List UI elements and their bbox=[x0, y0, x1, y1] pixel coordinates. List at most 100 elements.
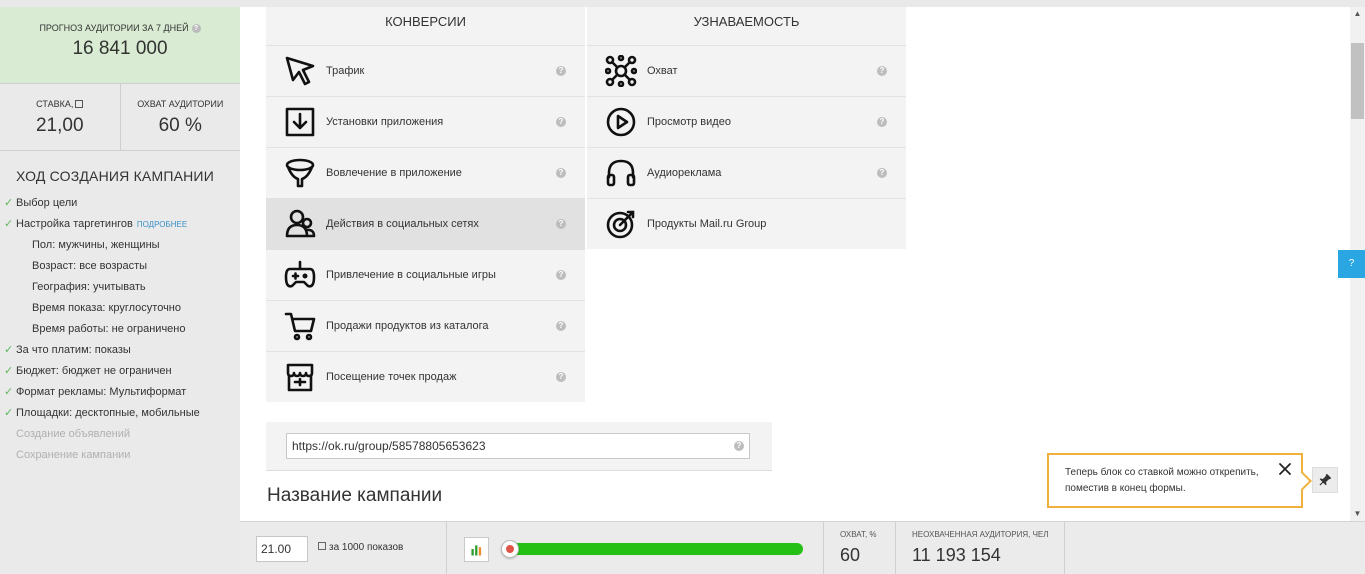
help-icon[interactable]: ? bbox=[556, 66, 566, 76]
bar-chart-icon bbox=[471, 545, 482, 556]
objective-store-visits[interactable]: Посещение точек продаж ? bbox=[266, 351, 585, 402]
objective-app-installs[interactable]: Установки приложения ? bbox=[266, 96, 585, 147]
step-detail-time: Время показа: круглосуточно bbox=[32, 302, 181, 314]
check-icon: ✓ bbox=[4, 386, 14, 398]
chart-button[interactable] bbox=[464, 537, 489, 562]
help-icon[interactable]: ? bbox=[877, 117, 887, 127]
awareness-header: Узнаваемость bbox=[587, 7, 906, 45]
network-icon bbox=[605, 55, 637, 87]
cursor-icon bbox=[285, 56, 315, 86]
divider bbox=[446, 522, 447, 574]
objective-video-views[interactable]: Просмотр видео ? bbox=[587, 96, 906, 147]
users-icon bbox=[285, 209, 316, 238]
per-1000-checkbox[interactable] bbox=[318, 542, 326, 550]
help-icon[interactable]: ? bbox=[556, 219, 566, 229]
top-strip bbox=[0, 0, 1365, 7]
sidebar: Прогноз аудитории за 7 дней? 16 841 000 … bbox=[0, 7, 240, 574]
help-icon[interactable]: ? bbox=[877, 66, 887, 76]
bid-value: 21,00 bbox=[35, 115, 84, 136]
help-icon[interactable]: ? bbox=[556, 372, 566, 382]
objective-audio-ads[interactable]: Аудиореклама ? bbox=[587, 147, 906, 198]
pin-icon bbox=[1319, 473, 1332, 486]
check-icon: ✓ bbox=[4, 407, 14, 419]
campaign-steps: ✓ Выбор цели ✓ Настройка таргетингов подроб… bbox=[0, 193, 240, 466]
forecast-value: 16 841 000 bbox=[72, 38, 168, 60]
objective-app-engagement[interactable]: Вовлечение в приложение ? bbox=[266, 147, 585, 198]
help-icon[interactable]: ? bbox=[556, 117, 566, 127]
scroll-down-icon[interactable]: ▼ bbox=[1350, 507, 1365, 521]
unreached-audience-metric: Неохваченная аудитория, чел 11 193 154 bbox=[912, 530, 1049, 566]
step-payment[interactable]: ✓ За что платим: показы bbox=[0, 340, 240, 361]
url-input[interactable]: https://ok.ru/group/58578805653623 bbox=[286, 433, 750, 459]
bid-input[interactable]: 21.00 bbox=[256, 536, 308, 562]
step-budget[interactable]: ✓ Бюджет: бюджет не ограничен bbox=[0, 361, 240, 382]
main-panel: Конверсии Трафик ? Установки приложения … bbox=[240, 7, 1350, 521]
step-detail-geo: География: учитывать bbox=[32, 281, 146, 293]
unreached-audience-value: 11 193 154 bbox=[912, 545, 1001, 565]
gamepad-icon bbox=[284, 260, 316, 288]
currency-checkbox-icon bbox=[75, 100, 84, 108]
objective-mailru-products[interactable]: Продукты Mail.ru Group bbox=[587, 198, 906, 249]
tooltip-text: Теперь блок со ставкой можно открепить, … bbox=[1065, 467, 1259, 494]
bid-bar: 21.00 за 1000 показов Охват, % 60 Неохва… bbox=[240, 521, 1365, 574]
step-goal[interactable]: ✓ Выбор цели bbox=[0, 193, 240, 214]
divider bbox=[895, 522, 896, 574]
store-icon bbox=[286, 363, 314, 392]
per-1000-label: за 1000 показов bbox=[329, 542, 404, 553]
bid-slider-track[interactable] bbox=[503, 543, 803, 555]
awareness-column: Узнаваемость Охват ? Просмотр видео ? Ау… bbox=[587, 7, 906, 249]
cart-icon bbox=[284, 312, 316, 341]
per-1000-option[interactable]: за 1000 показов bbox=[318, 542, 403, 553]
help-icon[interactable]: ? bbox=[734, 441, 744, 451]
help-icon[interactable]: ? bbox=[877, 168, 887, 178]
conversions-header: Конверсии bbox=[266, 7, 585, 45]
check-icon: ✓ bbox=[4, 344, 14, 356]
audience-forecast: Прогноз аудитории за 7 дней? 16 841 000 bbox=[0, 7, 240, 84]
scrollbar-thumb[interactable] bbox=[1351, 43, 1364, 119]
step-ads: Создание объявлений bbox=[16, 428, 131, 440]
check-icon: ✓ bbox=[4, 218, 14, 230]
funnel-icon bbox=[285, 158, 315, 188]
help-icon[interactable]: ? bbox=[556, 270, 566, 280]
reach-stat: Охват аудитории 60 % bbox=[119, 84, 241, 150]
objective-traffic[interactable]: Трафик ? bbox=[266, 45, 585, 96]
url-block: https://ok.ru/group/58578805653623 ? bbox=[266, 422, 772, 471]
target-icon bbox=[606, 210, 635, 239]
pin-hint-tooltip: Теперь блок со ставкой можно открепить, … bbox=[1047, 453, 1303, 508]
step-format[interactable]: ✓ Формат рекламы: Мультиформат bbox=[0, 382, 240, 403]
objective-catalog-sales[interactable]: Продажи продуктов из каталога ? bbox=[266, 300, 585, 351]
reach-metric-value: 60 bbox=[840, 545, 861, 565]
bid-stats: Ставка, 21,00 Охват аудитории 60 % bbox=[0, 84, 240, 151]
reach-value: 60 % bbox=[158, 115, 202, 136]
headphones-icon bbox=[606, 159, 636, 187]
help-icon[interactable]: ? bbox=[556, 168, 566, 178]
help-tab[interactable]: ? bbox=[1338, 250, 1365, 278]
objective-reach[interactable]: Охват ? bbox=[587, 45, 906, 96]
step-save: Сохранение кампании bbox=[16, 449, 131, 461]
help-icon[interactable]: ? bbox=[191, 24, 201, 34]
close-icon[interactable] bbox=[1277, 461, 1293, 477]
divider bbox=[1064, 522, 1065, 574]
objective-social-games[interactable]: Привлечение в социальные игры ? bbox=[266, 249, 585, 300]
step-platforms[interactable]: ✓ Площадки: десктопные, мобильные bbox=[0, 403, 240, 424]
check-icon: ✓ bbox=[4, 365, 14, 377]
scroll-up-icon[interactable]: ▲ bbox=[1350, 7, 1365, 21]
help-icon[interactable]: ? bbox=[556, 321, 566, 331]
bid-stat: Ставка, 21,00 bbox=[0, 84, 120, 150]
reach-metric-label: Охват, % bbox=[840, 530, 877, 539]
reach-metric: Охват, % 60 bbox=[840, 530, 877, 566]
objective-social-actions[interactable]: Действия в социальных сетях ? bbox=[266, 198, 585, 249]
download-icon bbox=[285, 107, 315, 137]
conversions-column: Конверсии Трафик ? Установки приложения … bbox=[266, 7, 585, 402]
reach-label: Охват аудитории bbox=[137, 99, 224, 109]
bid-slider-handle[interactable] bbox=[501, 540, 519, 558]
pin-button[interactable] bbox=[1312, 467, 1338, 493]
unreached-audience-label: Неохваченная аудитория, чел bbox=[912, 530, 1049, 539]
step-detail-gender: Пол: мужчины, женщины bbox=[32, 239, 160, 251]
step-detail-age: Возраст: все возрасты bbox=[32, 260, 148, 272]
step-targeting[interactable]: ✓ Настройка таргетингов подробнее bbox=[0, 214, 240, 235]
campaign-name-title: Название кампании bbox=[267, 485, 443, 506]
forecast-label: Прогноз аудитории за 7 дней bbox=[39, 23, 189, 33]
step-detail-worktime: Время работы: не ограничено bbox=[32, 323, 186, 335]
more-link[interactable]: подробнее bbox=[137, 220, 187, 229]
